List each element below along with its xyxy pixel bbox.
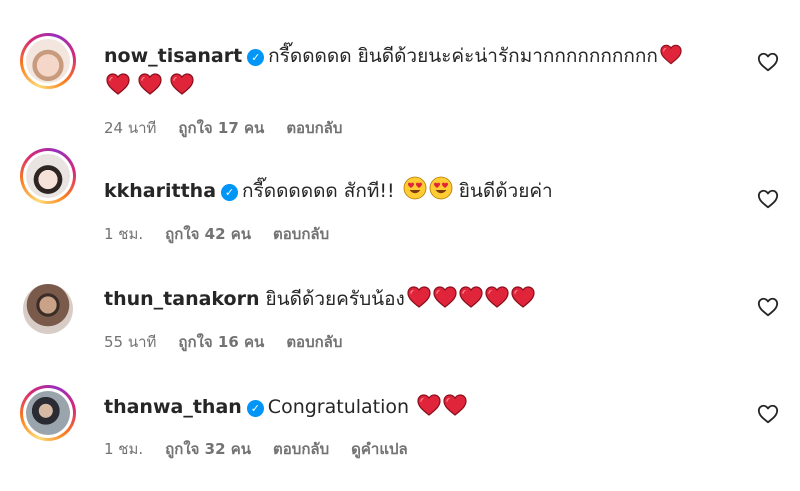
comment-body: kkharittha ✓ กรี๊ดดดดดด สักที!! ยินดีด้วยค… — [104, 176, 553, 206]
heart-outline-icon[interactable] — [757, 188, 779, 210]
comment-time[interactable]: 24 นาที — [104, 119, 156, 137]
avatar[interactable] — [20, 385, 76, 441]
heart-eyes-emoji — [429, 176, 453, 200]
heart-outline-icon[interactable] — [757, 51, 779, 73]
comment-meta: 55 นาที ถูกใจ 16 คน ตอบกลับ — [104, 330, 364, 354]
heart-outline-icon[interactable] — [757, 403, 779, 425]
reply-button[interactable]: ตอบกลับ — [273, 440, 329, 458]
avatar[interactable] — [20, 281, 76, 337]
reply-button[interactable]: ตอบกลับ — [286, 119, 342, 137]
red-heart-emoji — [106, 73, 130, 95]
comment-hearts — [104, 71, 194, 101]
comment-time[interactable]: 55 นาที — [104, 333, 156, 351]
red-heart-emoji — [660, 44, 682, 65]
red-heart-emoji — [407, 286, 431, 308]
comment-text: Congratulation — [267, 396, 410, 418]
verified-badge-icon: ✓ — [246, 400, 264, 417]
comment-body: thun_tanakorn ยินดีด้วยครับน้อง — [104, 284, 535, 314]
red-heart-emoji — [433, 286, 457, 308]
comment-meta: 1 ชม. ถูกใจ 32 คน ตอบกลับ ดูคำแปล — [104, 437, 430, 461]
verified-badge-icon: ✓ — [247, 49, 265, 66]
comment-text: ยินดีด้วยครับน้อง — [265, 288, 405, 310]
comment-text-after: ยินดีด้วยค่า — [458, 180, 553, 202]
username[interactable]: now_tisanart — [104, 45, 242, 67]
comment-time[interactable]: 1 ชม. — [104, 440, 143, 458]
comment-text: กรี๊ดดดดดด สักที!! — [242, 180, 395, 202]
red-heart-emoji — [485, 286, 509, 308]
red-heart-emoji — [170, 73, 194, 95]
reply-button[interactable]: ตอบกลับ — [273, 225, 329, 243]
heart-outline-icon[interactable] — [757, 296, 779, 318]
heart-eyes-emoji — [403, 176, 427, 200]
comment-text: กรี๊ดดดดด ยินดีด้วยนะค่ะน่ารักมากกกกกกกก… — [268, 45, 658, 67]
username[interactable]: kkharittha — [104, 180, 216, 202]
comment-body: thanwa_than ✓ Congratulation — [104, 392, 467, 422]
likes-count[interactable]: ถูกใจ 32 คน — [165, 440, 251, 458]
avatar[interactable] — [20, 33, 76, 89]
reply-button[interactable]: ตอบกลับ — [286, 333, 342, 351]
likes-count[interactable]: ถูกใจ 17 คน — [178, 119, 264, 137]
red-heart-emoji — [417, 394, 441, 416]
verified-badge-icon: ✓ — [221, 184, 239, 201]
red-heart-emoji — [459, 286, 483, 308]
red-heart-emoji — [511, 286, 535, 308]
translate-button[interactable]: ดูคำแปล — [351, 440, 408, 458]
red-heart-emoji — [138, 73, 162, 95]
red-heart-emoji — [443, 394, 467, 416]
likes-count[interactable]: ถูกใจ 16 คน — [178, 333, 264, 351]
avatar[interactable] — [20, 148, 76, 204]
comment-time[interactable]: 1 ชม. — [104, 225, 143, 243]
comment-meta: 24 นาที ถูกใจ 17 คน ตอบกลับ — [104, 116, 364, 140]
username[interactable]: thun_tanakorn — [104, 288, 260, 310]
likes-count[interactable]: ถูกใจ 42 คน — [165, 225, 251, 243]
username[interactable]: thanwa_than — [104, 396, 242, 418]
comment-body: now_tisanart ✓ กรี๊ดดดดด ยินดีด้วยนะค่ะน่า… — [104, 41, 682, 71]
comment-meta: 1 ชม. ถูกใจ 42 คน ตอบกลับ — [104, 222, 351, 246]
